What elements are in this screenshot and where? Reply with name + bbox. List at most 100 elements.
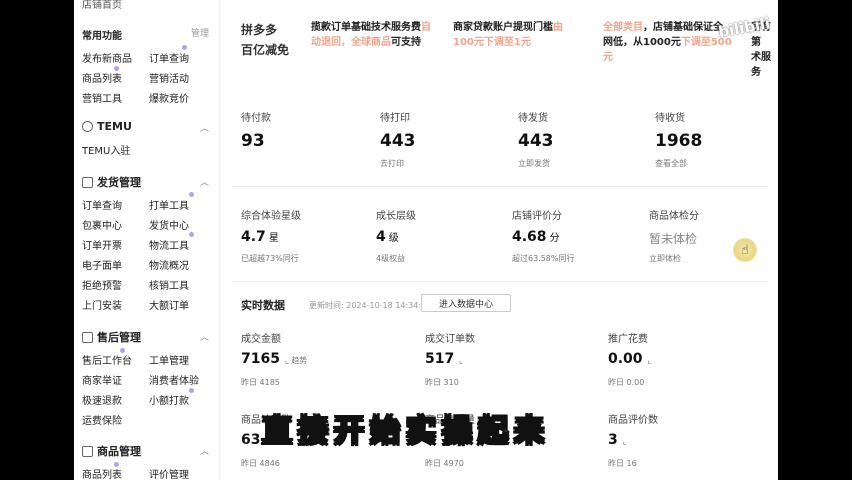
metric-value[interactable]: 63: [241, 432, 260, 448]
badge-dot: [114, 66, 119, 71]
trend-icon: ⌞: [459, 356, 463, 365]
sidebar-item-verify-tool[interactable]: 核销工具: [149, 277, 189, 292]
sidebar-item-install[interactable]: 上门安装: [82, 297, 122, 312]
sidebar-item-invoice[interactable]: 订单开票: [82, 237, 122, 252]
chevron-up-icon[interactable]: ︿: [200, 175, 209, 188]
trend-icon: ⌞: [647, 356, 652, 365]
shipping-section-title[interactable]: 发货管理: [82, 174, 141, 190]
banner-item-fee: 揽款订单基础技术服务费自 动退回，全球商品可支持: [311, 22, 431, 48]
common-functions-title: 常用功能: [82, 31, 122, 42]
chevron-up-icon[interactable]: ︿: [200, 330, 209, 343]
temu-section-title[interactable]: TEMU: [82, 120, 132, 133]
sidebar-item-e-waybill[interactable]: 电子面单: [82, 257, 122, 272]
sidebar-item-consumer-exp[interactable]: 消费者体验: [149, 372, 199, 387]
realtime-data-title: 实时数据: [241, 299, 285, 312]
promo-banner[interactable]: 拼多多 百亿减免 揽款订单基础技术服务费自 动退回，全球商品可支持 商家贷款账户…: [221, 0, 778, 78]
metric-label: 商品评价数: [608, 415, 658, 426]
divider: [231, 281, 768, 282]
experience-star-label: 综合体验星级: [241, 211, 301, 222]
manage-link[interactable]: 管理: [191, 26, 209, 39]
pending-print-value[interactable]: 443: [380, 131, 416, 151]
check-now-link[interactable]: 立即体检: [649, 253, 681, 264]
metric-value[interactable]: 7165 ⌞ 趋势: [241, 351, 307, 367]
sidebar-item-review-manage[interactable]: 评价管理: [149, 466, 189, 480]
sidebar-item-proof[interactable]: 商家举证: [82, 372, 122, 387]
metric-value[interactable]: 3 ⌞: [608, 432, 627, 448]
goods-section-title[interactable]: 商品管理: [82, 443, 141, 459]
sidebar-item-freight-insurance[interactable]: 运费保险: [82, 412, 122, 427]
sidebar-item-publish[interactable]: 发布新商品: [82, 50, 132, 65]
goods-check-value: 暂未体检: [649, 232, 698, 246]
sidebar-item-logistics-overview[interactable]: 物流概况: [149, 257, 189, 272]
chevron-up-icon[interactable]: ︿: [200, 444, 209, 457]
sidebar: 店铺首页 常用功能 管理 发布新商品 订单查询 商品列表 营销活动 营销工具 爆…: [74, 0, 220, 480]
growth-level-value[interactable]: 4级: [376, 229, 399, 245]
view-all-link[interactable]: 查看全部: [655, 158, 687, 169]
sidebar-item-fast-refund[interactable]: 极速退款: [82, 392, 122, 407]
sidebar-item-ticket[interactable]: 工单管理: [149, 352, 189, 367]
hand-cursor-icon: ☝: [741, 243, 749, 258]
metric-label: 成交金额: [241, 334, 281, 345]
goods-icon: [82, 445, 93, 457]
trend-link: ⌞ 趋势: [284, 356, 308, 365]
sidebar-item-print-tool[interactable]: 打单工具: [149, 197, 189, 212]
pending-receive-label: 待收货: [655, 113, 685, 124]
sidebar-item-temu-join[interactable]: TEMU入驻: [82, 142, 130, 157]
sidebar-item-hot-bid[interactable]: 爆款竞价: [149, 90, 189, 105]
divider: [231, 186, 768, 187]
metric-yesterday: 昨日 16: [608, 459, 637, 468]
pending-ship-value[interactable]: 443: [518, 131, 554, 151]
badge-dot: [120, 348, 125, 353]
pending-receive-value[interactable]: 1968: [655, 131, 702, 151]
badge-dot: [182, 45, 187, 50]
growth-level-sub[interactable]: 4级权益: [376, 253, 405, 264]
experience-star-value[interactable]: 4.7 星: [241, 229, 279, 245]
sidebar-item-logistics-tool[interactable]: 物流工具: [149, 237, 189, 252]
store-review-value[interactable]: 4.68 分: [512, 229, 560, 245]
shipping-icon: [82, 176, 93, 188]
enter-data-center-button[interactable]: 进入数据中心: [421, 294, 511, 312]
goods-check-label: 商品体检分: [649, 211, 699, 222]
pending-ship-label: 待发货: [518, 113, 548, 124]
sidebar-item-small-pay[interactable]: 小额打款: [149, 392, 189, 407]
pdd-logo: 拼多多 百亿减免: [241, 23, 290, 57]
growth-level-label: 成长层级: [376, 211, 416, 222]
cursor-highlight: ☝: [733, 238, 757, 262]
metric-yesterday: 昨日 0.00: [608, 378, 645, 387]
sidebar-item-goods-list[interactable]: 商品列表: [82, 70, 122, 85]
pending-payment-label: 待付款: [241, 113, 271, 124]
banner-item-loan: 商家贷款账户提现门槛由 100元下调至1元: [453, 22, 563, 48]
pending-print-label: 待打印: [380, 113, 410, 124]
sidebar-item-marketing[interactable]: 营销活动: [149, 70, 189, 85]
sidebar-item-package-center[interactable]: 包裹中心: [82, 217, 122, 232]
badge-dot: [189, 192, 194, 197]
update-time: 更新时间: 2024-10-18 14:34:43: [309, 301, 432, 310]
sidebar-item-after-workbench[interactable]: 售后工作台: [82, 352, 132, 367]
ship-now-link[interactable]: 立即发货: [518, 158, 550, 169]
after-sales-section-title[interactable]: 售后管理: [82, 329, 141, 345]
go-print-link[interactable]: 去打印: [380, 158, 404, 169]
experience-star-sub: 已超越73%同行: [241, 254, 299, 263]
metric-yesterday: 昨日 310: [425, 378, 459, 387]
sidebar-item-ship-order-query[interactable]: 订单查询: [82, 197, 122, 212]
metric-yesterday: 昨日 4846: [241, 459, 280, 468]
sidebar-item-goods-list-2[interactable]: 商品列表: [82, 466, 122, 480]
sidebar-item-ship-center[interactable]: 发货中心: [149, 217, 189, 232]
sidebar-item-marketing-tools[interactable]: 营销工具: [82, 90, 122, 105]
pending-payment-value[interactable]: 93: [241, 131, 265, 151]
sidebar-item-large-orders[interactable]: 大额订单: [149, 297, 189, 312]
metric-value[interactable]: 517 ⌞: [425, 351, 463, 367]
metric-label: 成交订单数: [425, 334, 475, 345]
sidebar-item-order-query[interactable]: 订单查询: [149, 50, 189, 65]
badge-dot: [189, 388, 194, 393]
metric-label: 推广花费: [608, 334, 648, 345]
video-subtitle: 直接开始实操起来: [261, 413, 550, 450]
shield-icon: [82, 331, 93, 343]
metric-yesterday: 昨日 4185: [241, 378, 280, 387]
chevron-up-icon[interactable]: ︿: [200, 121, 209, 134]
store-review-label: 店铺评价分: [512, 211, 562, 222]
metric-value[interactable]: 0.00 ⌞: [608, 351, 651, 367]
sidebar-item-warning[interactable]: 拒绝预警: [82, 277, 122, 292]
banner-item-deposit: 全部类目，店铺基础保证全 网低，从1000元下调至500 元: [603, 22, 732, 63]
temu-icon: [82, 121, 93, 132]
